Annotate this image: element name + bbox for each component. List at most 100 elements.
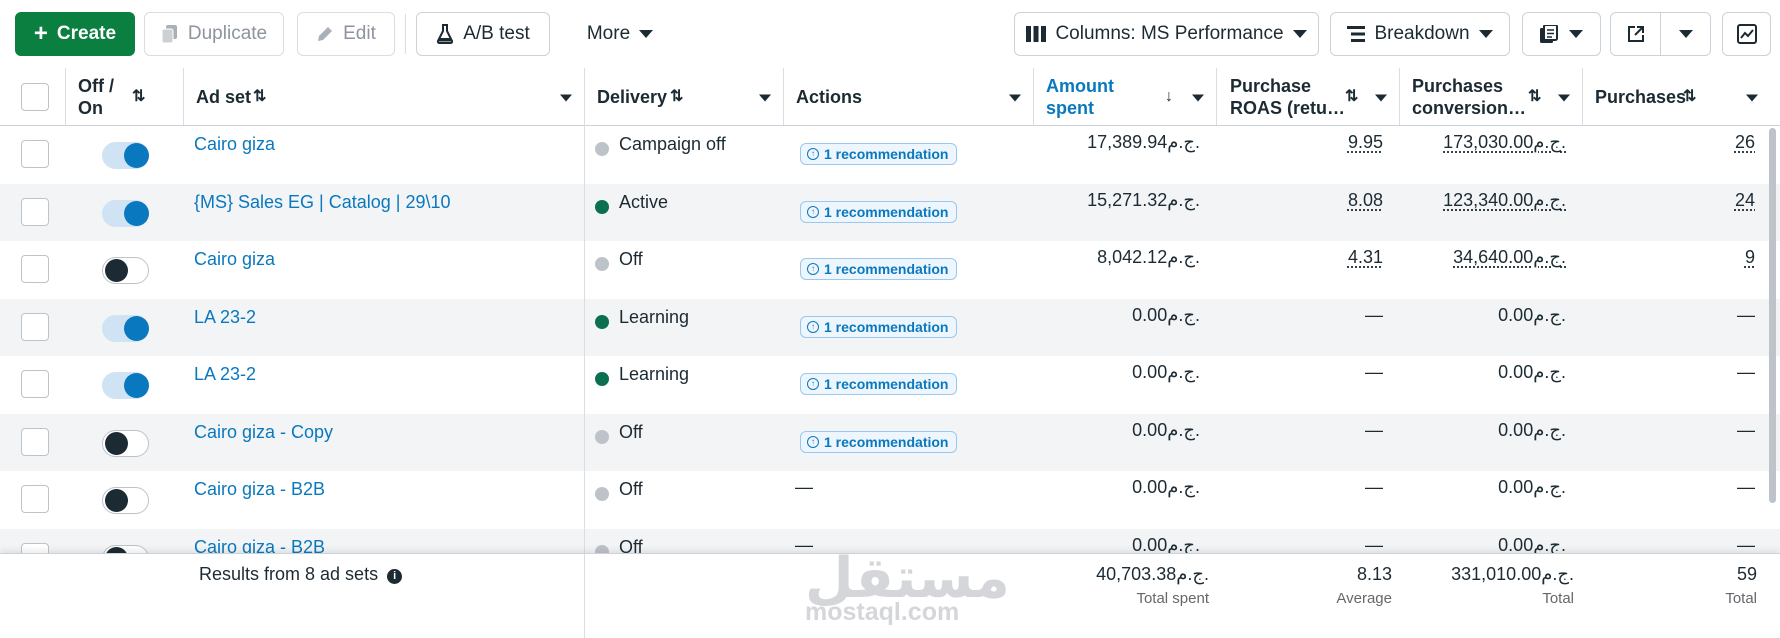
header-ad-set[interactable]: Ad set ⇅ xyxy=(184,68,585,125)
actions-empty: — xyxy=(795,477,813,497)
ab-test-button[interactable]: A/B test xyxy=(416,12,550,56)
sort-desc-icon[interactable]: ↓ xyxy=(1165,86,1173,108)
export-button[interactable] xyxy=(1610,12,1661,56)
table-row[interactable]: Cairo giza - Copy Off ↑ 1 recommendation… xyxy=(0,413,1780,471)
toolbar: + Create Duplicate Edit A/B test More Co… xyxy=(0,0,1780,68)
sort-icon[interactable]: ⇅ xyxy=(1528,86,1541,108)
sort-icon[interactable]: ⇅ xyxy=(253,86,266,108)
header-actions[interactable]: Actions xyxy=(784,68,1034,125)
on-off-toggle[interactable] xyxy=(102,142,149,169)
toolbar-divider xyxy=(405,14,406,54)
recommendation-badge[interactable]: ↑ 1 recommendation xyxy=(800,200,958,223)
header-delivery[interactable]: Delivery ⇅ xyxy=(585,68,784,125)
more-button[interactable]: More xyxy=(570,12,670,56)
purchases-cell: 9 xyxy=(1744,247,1755,267)
create-label: Create xyxy=(56,23,117,44)
total-spent-value: 40,703.38ج.م. xyxy=(1096,564,1209,584)
recommendation-label: 1 recommendation xyxy=(824,376,949,392)
caret-down-icon xyxy=(1569,29,1583,39)
ad-set-name-link[interactable]: Cairo giza - B2B xyxy=(194,479,325,500)
table-row[interactable]: Cairo giza Campaign off ↑ 1 recommendati… xyxy=(0,126,1780,183)
on-off-toggle[interactable] xyxy=(102,372,149,399)
chevron-down-icon[interactable] xyxy=(1192,94,1204,102)
row-checkbox[interactable] xyxy=(21,370,49,398)
row-checkbox[interactable] xyxy=(21,427,49,456)
ad-set-name-link[interactable]: Cairo giza - B2B xyxy=(194,537,325,554)
delivery-status-dot xyxy=(595,544,609,553)
chevron-down-icon[interactable] xyxy=(1375,94,1387,102)
table-row[interactable]: Cairo giza Off ↑ 1 recommendation 8,042.… xyxy=(0,241,1780,298)
off-on-label: Off / On xyxy=(78,75,114,119)
table-row[interactable]: Cairo giza - B2B Off — 0.00ج.م. — 0.00ج.… xyxy=(0,471,1780,528)
ad-set-name-link[interactable]: LA 23-2 xyxy=(194,364,256,385)
recommendation-badge[interactable]: ↑ 1 recommendation xyxy=(800,143,958,165)
amount-spent-cell: 0.00ج.م. xyxy=(1132,419,1200,440)
header-purchases[interactable]: Purchases ⇅ xyxy=(1583,68,1780,125)
export-dropdown-button[interactable] xyxy=(1660,12,1711,56)
vertical-scrollbar[interactable] xyxy=(1769,128,1776,503)
table-row[interactable]: LA 23-2 Learning ↑ 1 recommendation 0.00… xyxy=(0,298,1780,356)
table-row[interactable]: {MS} Sales EG | Catalog | 29\10 Active ↑… xyxy=(0,183,1780,241)
row-checkbox[interactable] xyxy=(21,485,49,513)
reports-icon xyxy=(1540,25,1560,43)
on-off-toggle[interactable] xyxy=(102,544,149,553)
recommendation-badge[interactable]: ↑ 1 recommendation xyxy=(800,430,958,453)
recommendation-badge[interactable]: ↑ 1 recommendation xyxy=(800,258,958,280)
row-checkbox[interactable] xyxy=(21,197,49,226)
sort-icon[interactable]: ⇅ xyxy=(1683,86,1696,108)
toggle-knob xyxy=(105,431,128,455)
ad-set-name-link[interactable]: Cairo giza - Copy xyxy=(194,422,333,443)
chevron-down-icon[interactable] xyxy=(759,94,771,102)
ad-set-name-link[interactable]: LA 23-2 xyxy=(194,307,256,328)
header-amount-spent[interactable]: Amount spent ↓ xyxy=(1034,68,1217,125)
info-icon[interactable]: i xyxy=(387,568,403,584)
off-on-line1: Off / xyxy=(78,75,114,96)
conversion-value-cell: 0.00ج.م. xyxy=(1498,419,1566,440)
row-checkbox[interactable] xyxy=(21,542,49,553)
row-checkbox[interactable] xyxy=(21,255,49,283)
caret-down-icon xyxy=(1678,29,1693,39)
header-off-on[interactable]: Off / On ⇅ xyxy=(66,68,184,125)
recommendation-badge[interactable]: ↑ 1 recommendation xyxy=(800,315,958,338)
ad-set-name-link[interactable]: Cairo giza xyxy=(194,249,275,270)
reports-button[interactable] xyxy=(1522,12,1601,56)
on-off-toggle[interactable] xyxy=(102,257,149,284)
purchase-roas-cell: — xyxy=(1365,419,1383,440)
ad-set-name-link[interactable]: Cairo giza xyxy=(194,134,275,155)
breakdown-button[interactable]: Breakdown xyxy=(1330,12,1510,56)
conversion-value-cell: 173,030.00ج.م. xyxy=(1443,132,1566,152)
table-header: Off / On ⇅ Ad set ⇅ Delivery ⇅ Actions A… xyxy=(0,68,1780,126)
chevron-down-icon[interactable] xyxy=(1009,94,1021,102)
header-purchase-roas[interactable]: Purchase ROAS (retu… ⇅ xyxy=(1217,68,1400,125)
toggle-knob xyxy=(124,200,149,226)
sort-icon[interactable]: ⇅ xyxy=(1345,86,1358,108)
duplicate-label: Duplicate xyxy=(187,23,268,44)
ad-set-name-link[interactable]: {MS} Sales EG | Catalog | 29\10 xyxy=(194,192,451,213)
on-off-toggle[interactable] xyxy=(102,199,149,227)
header-purchases-conversion[interactable]: Purchases conversion… ⇅ xyxy=(1400,68,1583,125)
create-button[interactable]: + Create xyxy=(15,12,135,56)
on-off-toggle[interactable] xyxy=(102,429,149,457)
chevron-down-icon[interactable] xyxy=(560,94,572,102)
purchases-cell: — xyxy=(1737,419,1755,440)
edit-button[interactable]: Edit xyxy=(297,12,395,56)
sort-icon[interactable]: ⇅ xyxy=(132,86,145,108)
row-checkbox[interactable] xyxy=(21,312,49,341)
select-all-checkbox[interactable] xyxy=(21,83,49,111)
sort-icon[interactable]: ⇅ xyxy=(670,86,683,108)
chevron-down-icon[interactable] xyxy=(1558,94,1570,102)
table-row[interactable]: LA 23-2 Learning ↑ 1 recommendation 0.00… xyxy=(0,356,1780,413)
on-off-toggle[interactable] xyxy=(102,314,149,342)
chevron-down-icon[interactable] xyxy=(1746,94,1758,102)
conversion-value-cell: 123,340.00ج.م. xyxy=(1443,189,1566,210)
on-off-toggle[interactable] xyxy=(102,487,149,514)
row-checkbox[interactable] xyxy=(21,140,49,168)
charts-button[interactable] xyxy=(1722,12,1771,56)
off-on-line2: On xyxy=(78,97,103,118)
delivery-status-dot xyxy=(595,257,609,271)
columns-button[interactable]: Columns: MS Performance xyxy=(1014,12,1319,56)
recommendation-badge[interactable]: ↑ 1 recommendation xyxy=(800,373,958,395)
purchases-total-value: 59 xyxy=(1736,564,1757,584)
edit-label: Edit xyxy=(343,23,376,44)
duplicate-button[interactable]: Duplicate xyxy=(144,12,284,56)
